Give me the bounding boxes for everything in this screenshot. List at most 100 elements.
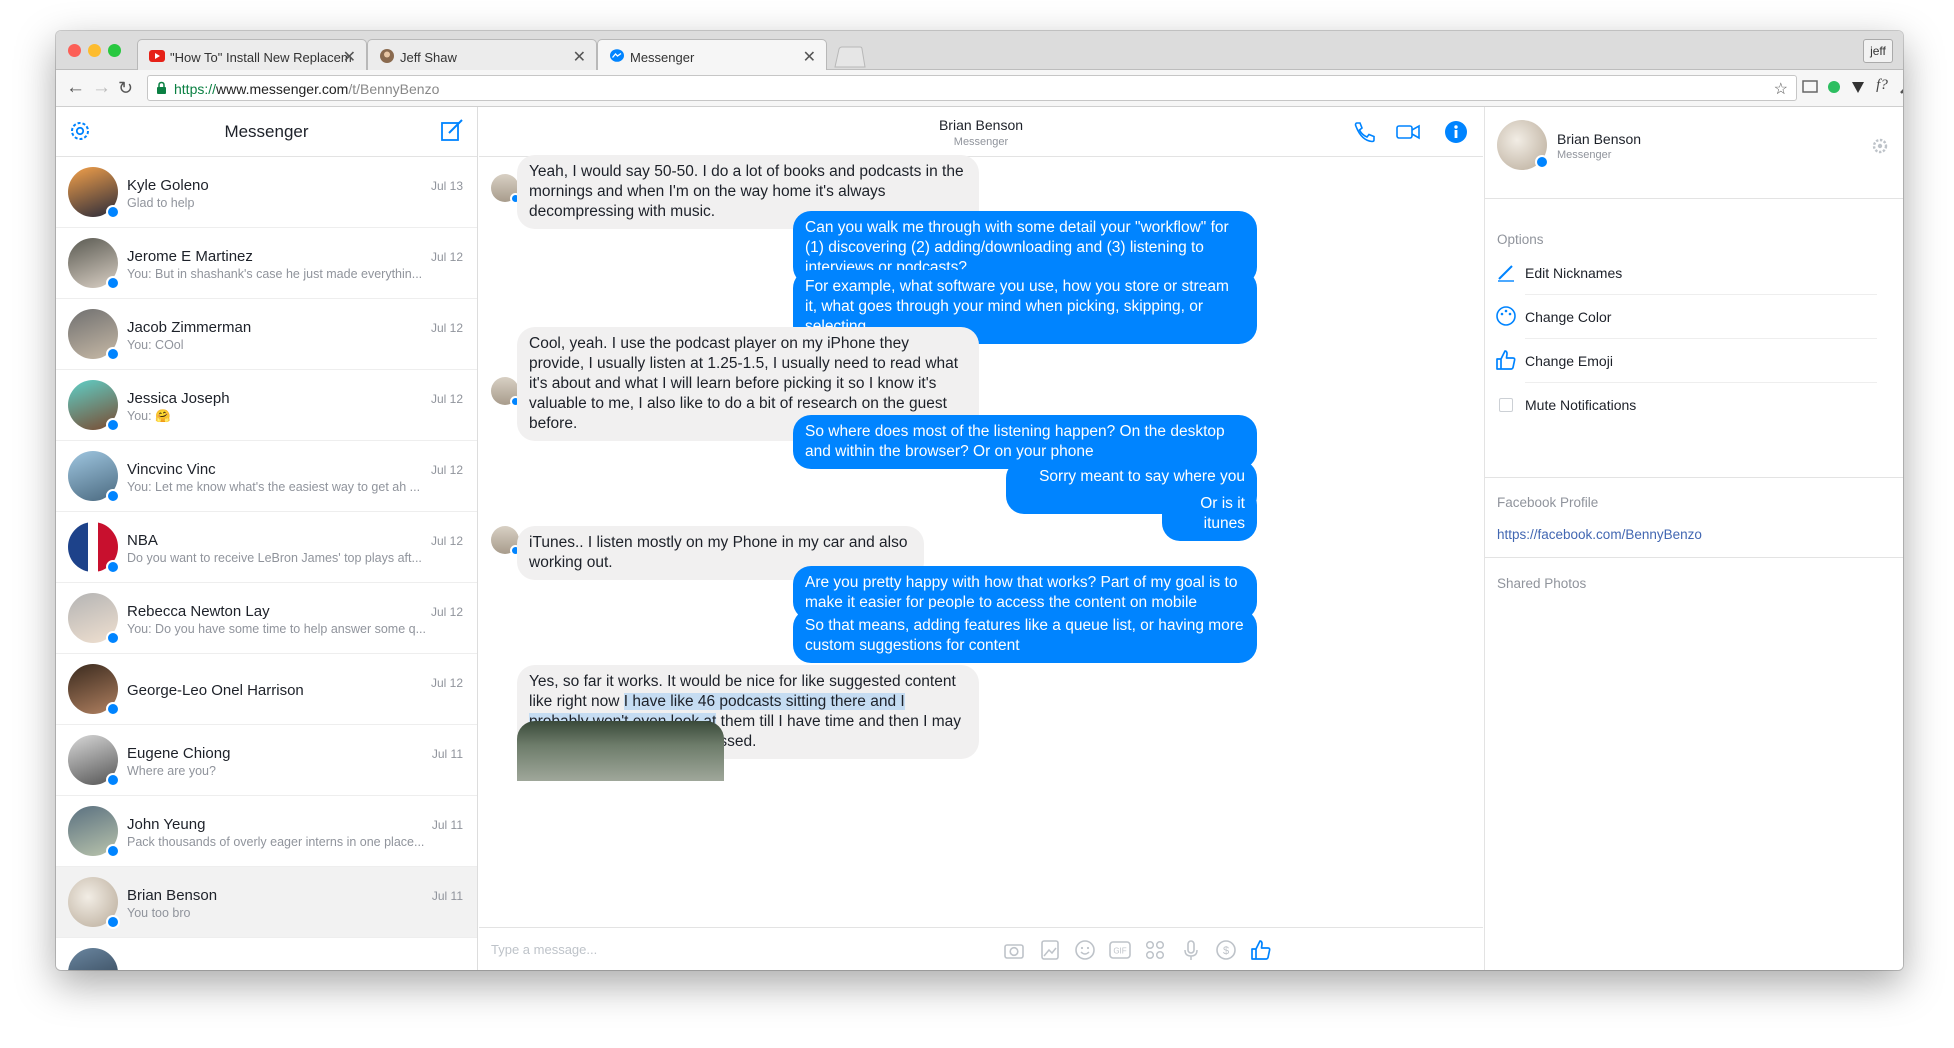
reload-icon[interactable]: ↻ <box>118 77 133 99</box>
bookmark-star-icon[interactable]: ☆ <box>1774 79 1788 99</box>
contact-subtitle: Messenger <box>1557 149 1612 161</box>
conversation-item[interactable]: Vincvinc Vinc You: Let me know what's the… <box>56 441 477 512</box>
facebook-profile-link[interactable]: https://facebook.com/BennyBenzo <box>1497 527 1702 542</box>
emoji-icon[interactable] <box>1073 938 1097 962</box>
conversation-preview: Pack thousands of overly eager interns i… <box>127 835 425 849</box>
conversation-subtitle: Messenger <box>953 136 1009 148</box>
settings-gear-icon[interactable] <box>1871 137 1889 155</box>
cast-icon[interactable] <box>1801 79 1819 95</box>
close-tab-icon[interactable]: ✕ <box>803 47 816 67</box>
messenger-icon <box>610 49 624 62</box>
avatar <box>68 948 118 970</box>
conversation-item[interactable]: Jacob Zimmerman You: COol Jul 12 <box>56 299 477 370</box>
options-heading: Options <box>1497 232 1544 247</box>
avatar <box>491 174 521 204</box>
divider <box>1485 557 1903 558</box>
thumbs-up-icon[interactable] <box>1249 938 1273 962</box>
gif-icon[interactable]: GIF <box>1108 938 1132 962</box>
conversation-name: Brian Benson <box>127 887 218 904</box>
conversation-item[interactable]: John Yeung Pack thousands of overly eager… <box>56 796 477 867</box>
image-icon[interactable] <box>1038 938 1062 962</box>
phone-call-icon[interactable] <box>1351 120 1377 144</box>
extension-icon[interactable] <box>1849 79 1867 95</box>
facebook-profile-heading: Facebook Profile <box>1497 495 1599 510</box>
messenger-badge-icon <box>106 347 120 361</box>
conversation-item[interactable]: Rebecca Newton Lay You: Do you have some … <box>56 583 477 654</box>
info-icon[interactable] <box>1443 120 1469 144</box>
change-color-option[interactable]: Change Color <box>1496 295 1877 339</box>
close-window-button[interactable] <box>68 44 81 57</box>
conversation-item[interactable]: Eugene Chiong Where are you? Jul 11 <box>56 725 477 796</box>
conversation-preview: Do you want to receive LeBron James' top… <box>127 551 422 565</box>
new-tab-button[interactable] <box>832 46 866 68</box>
tab-label: "How To" Install New Replacem <box>170 50 352 65</box>
option-label: Edit Nicknames <box>1525 265 1623 281</box>
messenger-badge-icon <box>1535 155 1549 169</box>
browser-toolbar: ← → ↻ https://www.messenger.com/t/BennyB… <box>56 70 1903 107</box>
conversation-date: Jul 12 <box>430 605 463 619</box>
messenger-badge-icon <box>106 915 120 929</box>
messenger-badge-icon <box>106 773 120 787</box>
conversation-item[interactable]: Jerome E Martinez You: But in shashank's … <box>56 228 477 299</box>
evernote-extension-icon[interactable] <box>1825 79 1843 95</box>
address-bar[interactable]: https://www.messenger.com/t/BennyBenzo ☆ <box>147 75 1797 101</box>
message-outgoing: Or is it itunes <box>1162 487 1257 541</box>
browser-tab-youtube[interactable]: "How To" Install New Replacem ✕ <box>137 39 367 70</box>
conversation-name: Vincvinc Vinc <box>127 461 216 478</box>
browser-tab-jeff-shaw[interactable]: Jeff Shaw ✕ <box>367 39 597 70</box>
conversation-pane: Brian Benson Messenger Yeah, I would say… <box>479 107 1483 970</box>
close-tab-icon[interactable]: ✕ <box>573 47 586 67</box>
minimize-window-button[interactable] <box>88 44 101 57</box>
messenger-badge-icon <box>106 205 120 219</box>
messenger-app: Messenger Kyle Goleno Glad to help Jul 13 J… <box>56 107 1903 970</box>
conversation-date: Jul 12 <box>430 534 463 548</box>
fontface-extension-icon[interactable]: f? <box>1873 77 1891 94</box>
conversation-item[interactable]: NBA Do you want to receive LeBron James' … <box>56 512 477 583</box>
conversation-item[interactable]: George-Leo Onel Harrison Jul 12 <box>56 654 477 725</box>
mute-checkbox[interactable] <box>1499 398 1513 412</box>
conversation-date: Jul 12 <box>430 463 463 477</box>
conversation-item[interactable]: Kyle Goleno Glad to help Jul 13 <box>56 157 477 228</box>
conversation-preview: You too bro <box>127 906 191 920</box>
conversation-name: NBA <box>127 532 158 549</box>
conversation-date: Jul 12 <box>430 392 463 406</box>
conversation-item[interactable]: Brian Benson You too bro Jul 11 <box>56 867 477 938</box>
tab-label: Jeff Shaw <box>400 50 457 65</box>
conversation-name: Jacob Zimmerman <box>127 319 252 336</box>
conversation-sidebar: Messenger Kyle Goleno Glad to help Jul 13 J… <box>56 107 478 970</box>
sticker-icon[interactable] <box>1143 938 1167 962</box>
video-call-icon[interactable] <box>1395 120 1421 144</box>
message-outgoing: So that means, adding features like a qu… <box>793 609 1257 663</box>
messenger-badge-icon <box>106 276 120 290</box>
eyedropper-extension-icon[interactable] <box>1897 79 1903 95</box>
conversation-name: Jerome E Martinez <box>127 248 253 265</box>
sidebar-title: Messenger <box>224 122 309 141</box>
shared-photos-heading: Shared Photos <box>1497 576 1587 591</box>
mute-notifications-option[interactable]: Mute Notifications <box>1499 383 1877 427</box>
tab-label: Messenger <box>630 50 695 65</box>
avatar <box>491 377 521 407</box>
browser-tab-messenger[interactable]: Messenger ✕ <box>597 39 827 71</box>
conversation-item[interactable]: Jessica Joseph You: 🤗 Jul 12 <box>56 370 477 441</box>
back-arrow-icon[interactable]: ← <box>66 77 85 99</box>
conversation-date: Jul 11 <box>431 818 463 832</box>
zoom-window-button[interactable] <box>108 44 121 57</box>
conversation-preview: Glad to help <box>127 196 195 210</box>
microphone-icon[interactable] <box>1179 938 1203 962</box>
close-tab-icon[interactable]: ✕ <box>343 47 356 67</box>
edit-nicknames-option[interactable]: Edit Nicknames <box>1498 251 1877 295</box>
conversation-item[interactable] <box>56 938 477 970</box>
profile-button[interactable]: jeff <box>1863 39 1893 63</box>
payment-icon[interactable]: $ <box>1214 938 1238 962</box>
camera-icon[interactable] <box>1002 938 1026 962</box>
compose-icon[interactable] <box>439 117 465 143</box>
message-input[interactable]: Type a message... <box>491 942 597 957</box>
divider <box>1485 477 1903 478</box>
forward-arrow-icon[interactable]: → <box>92 77 111 99</box>
message-composer: Type a message... GIF $ <box>479 927 1483 970</box>
option-label: Mute Notifications <box>1525 397 1637 413</box>
conversation-preview: You: Let me know what's the easiest way … <box>127 480 421 494</box>
change-emoji-option[interactable]: Change Emoji <box>1496 339 1877 383</box>
shared-photo-message[interactable] <box>517 721 724 781</box>
conversation-name: Eugene Chiong <box>127 745 231 762</box>
